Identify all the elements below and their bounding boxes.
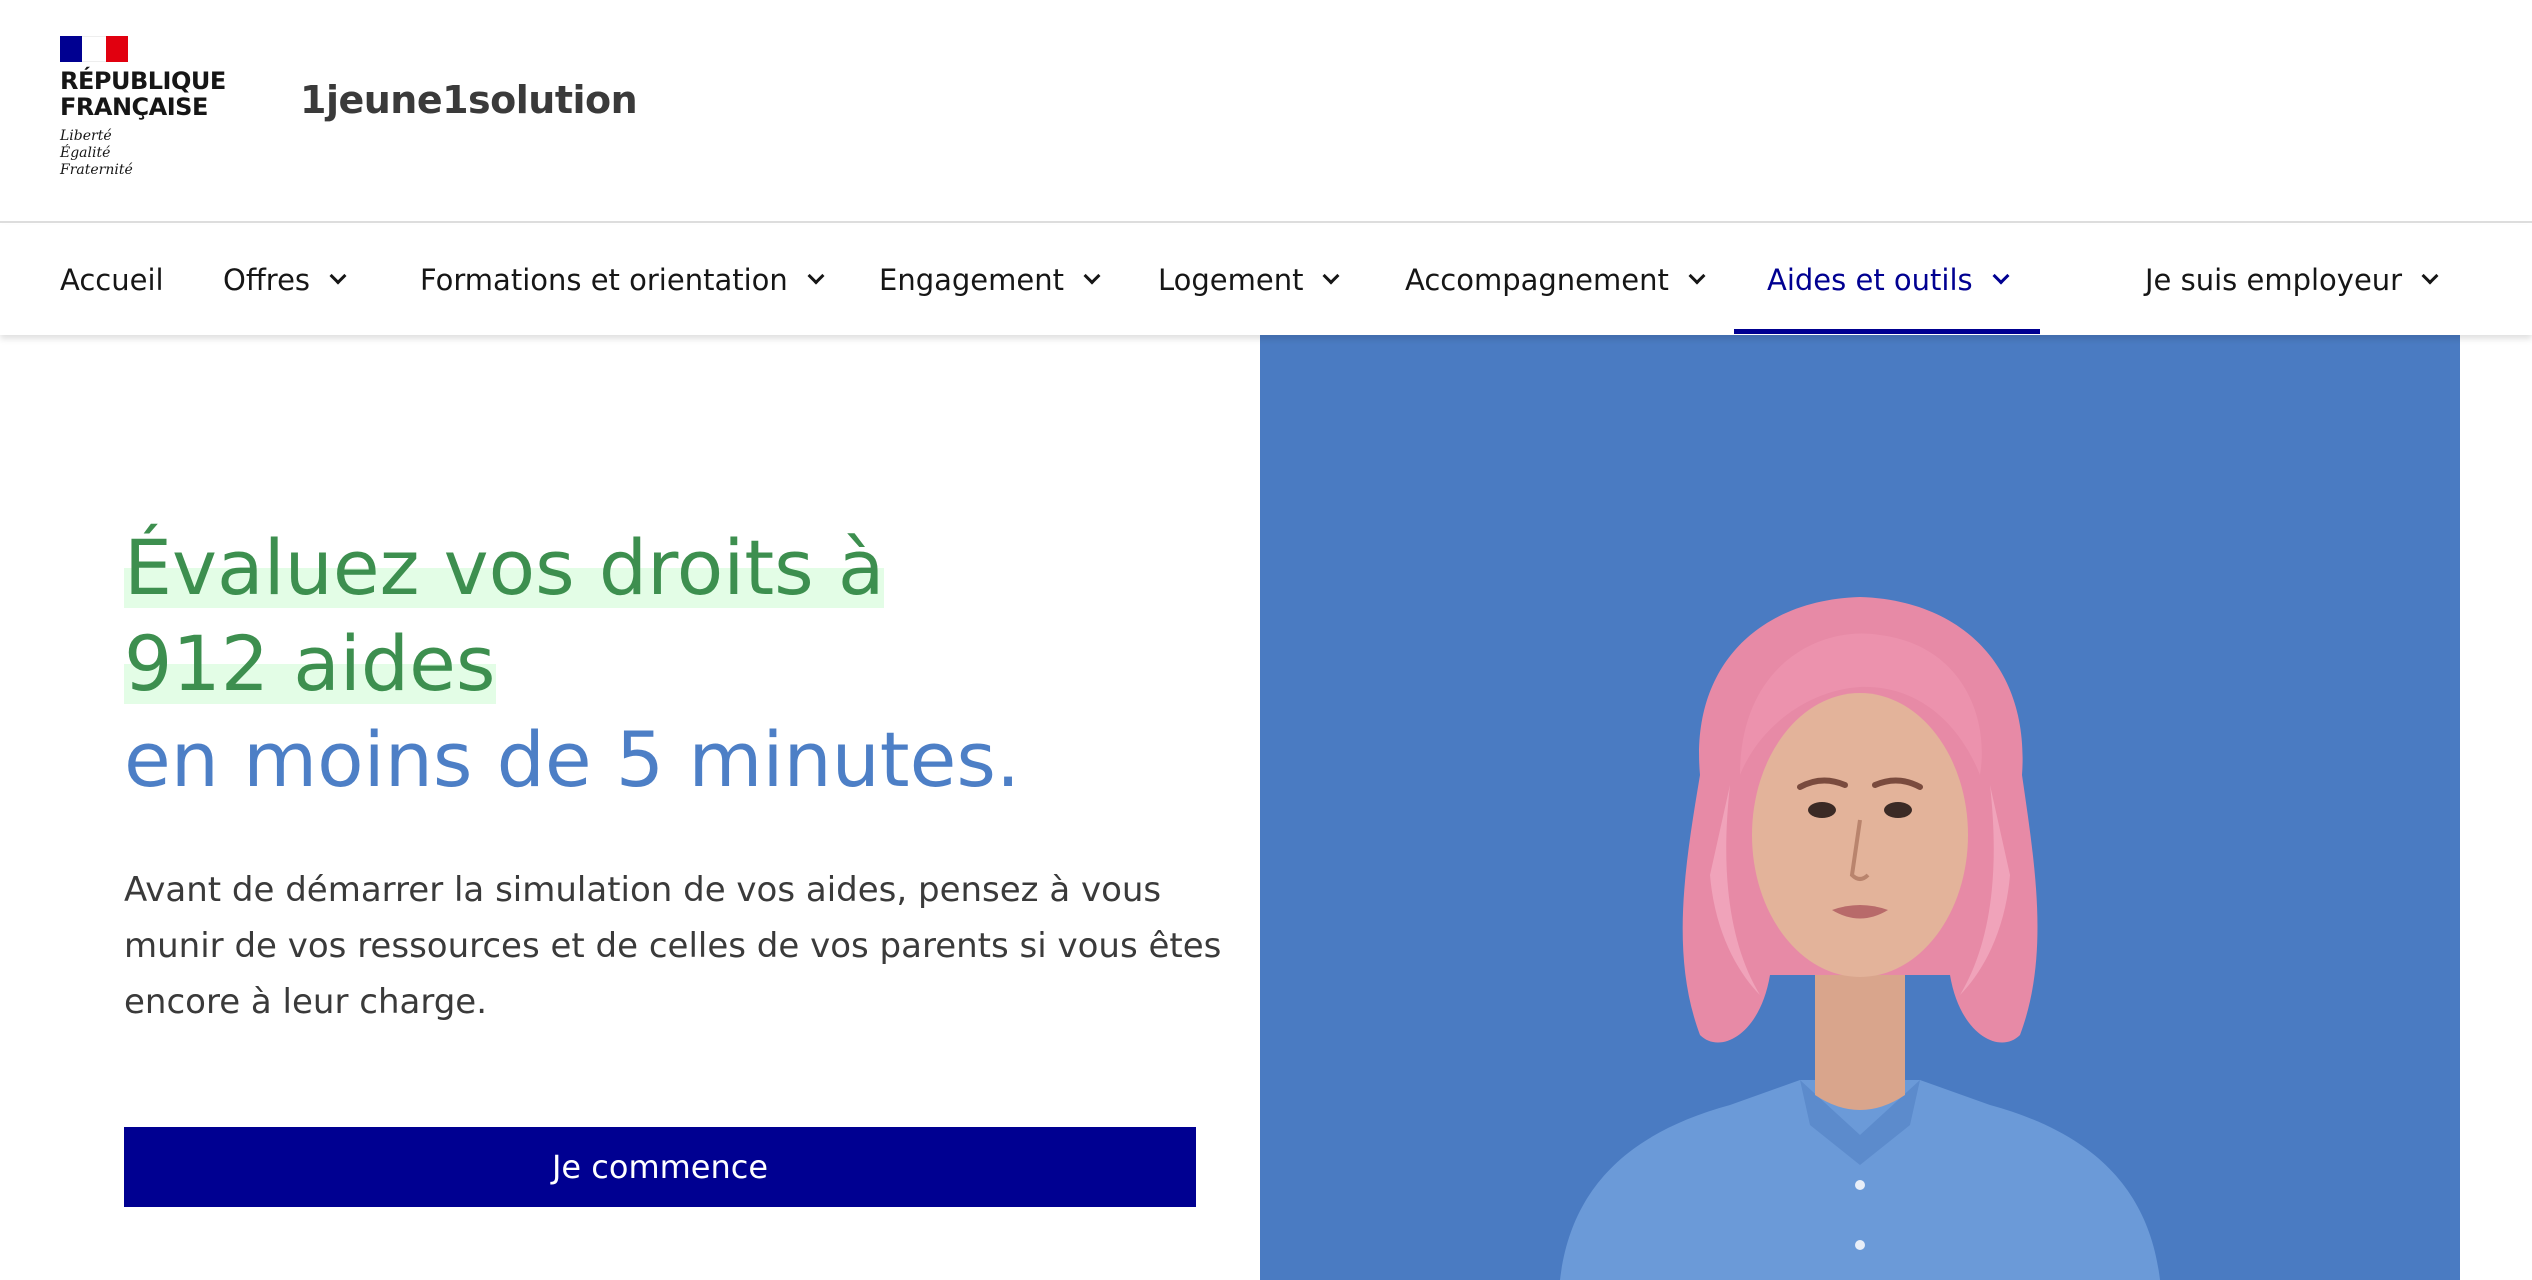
hero-description: Avant de démarrer la simulation de vos a… bbox=[124, 870, 1222, 1022]
start-simulation-button[interactable]: Je commence bbox=[124, 1127, 1196, 1207]
nav-item-engagement[interactable]: Engagement bbox=[879, 225, 1101, 335]
motto-fraternite: Fraternité bbox=[60, 162, 133, 178]
site-header: RÉPUBLIQUE FRANÇAISE Liberté Égalité Fra… bbox=[0, 0, 2532, 223]
republique-francaise-logo[interactable]: RÉPUBLIQUE FRANÇAISE Liberté Égalité Fra… bbox=[60, 36, 230, 179]
hero-title-line-1: Évaluez vos droits à bbox=[124, 520, 885, 616]
chevron-down-icon bbox=[1688, 267, 1706, 285]
nav-item-employeur[interactable]: Je suis employeur bbox=[2145, 225, 2439, 335]
chevron-down-icon bbox=[807, 267, 825, 285]
hero-title: Évaluez vos droits à 912 aides en moins … bbox=[124, 520, 1174, 808]
nav-item-label: Logement bbox=[1158, 263, 1304, 297]
nav-item-label: Aides et outils bbox=[1767, 263, 1973, 297]
site-name-link[interactable]: 1jeune1solution bbox=[300, 78, 638, 122]
chevron-down-icon bbox=[1322, 267, 1340, 285]
nav-item-accueil[interactable]: Accueil bbox=[60, 225, 164, 335]
republic-line-1: RÉPUBLIQUE bbox=[60, 67, 226, 95]
chevron-down-icon bbox=[329, 267, 347, 285]
motto-liberte: Liberté bbox=[60, 128, 112, 144]
nav-item-label: Je suis employeur bbox=[2145, 263, 2403, 297]
nav-item-label: Formations et orientation bbox=[420, 263, 788, 297]
active-nav-indicator bbox=[1734, 329, 2040, 334]
hero-image bbox=[1260, 335, 2460, 1280]
hero-title-line-2: 912 aides bbox=[124, 616, 496, 712]
nav-item-offres[interactable]: Offres bbox=[223, 225, 347, 335]
portrait-illustration bbox=[1560, 597, 2160, 1280]
french-flag-icon bbox=[60, 36, 128, 62]
nav-item-label: Accueil bbox=[60, 263, 164, 297]
chevron-down-icon bbox=[1992, 267, 2010, 285]
nav-item-aides-et-outils[interactable]: Aides et outils bbox=[1767, 225, 2010, 335]
nav-item-formations[interactable]: Formations et orientation bbox=[420, 225, 825, 335]
nav-item-label: Offres bbox=[223, 263, 311, 297]
chevron-down-icon bbox=[2421, 267, 2439, 285]
chevron-down-icon bbox=[1083, 267, 1101, 285]
hero-title-line-3: en moins de 5 minutes. bbox=[124, 715, 1021, 804]
republic-motto: Liberté Égalité Fraternité bbox=[60, 128, 230, 179]
republic-name: RÉPUBLIQUE FRANÇAISE bbox=[60, 68, 230, 120]
nav-item-label: Engagement bbox=[879, 263, 1064, 297]
nav-item-accompagnement[interactable]: Accompagnement bbox=[1405, 225, 1706, 335]
nav-item-logement[interactable]: Logement bbox=[1158, 225, 1340, 335]
nav-item-label: Accompagnement bbox=[1405, 263, 1669, 297]
motto-egalite: Égalité bbox=[60, 145, 111, 161]
republic-line-2: FRANÇAISE bbox=[60, 93, 208, 121]
main-navigation: Accueil Offres Formations et orientation… bbox=[0, 225, 2532, 335]
